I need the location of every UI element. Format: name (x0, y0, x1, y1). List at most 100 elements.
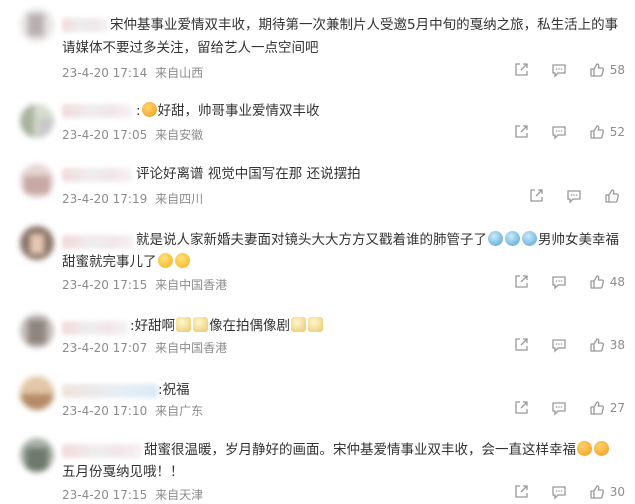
comment-text: :祝福 (158, 382, 190, 398)
share-icon (515, 401, 528, 414)
laugh-emoji-icon (577, 441, 592, 456)
cat-emoji-icon (308, 317, 324, 332)
avatar[interactable] (20, 164, 54, 198)
share-button[interactable] (513, 484, 529, 500)
comment-icon (567, 190, 581, 204)
username-blurred[interactable] (62, 104, 132, 118)
comment-item: :好甜啊 像在拍偶像剧 23-4-20 17:07 来自中国香港 38 (0, 308, 635, 364)
comment-button[interactable] (551, 484, 567, 500)
comment-date: 23-4-20 17:05 (62, 128, 148, 142)
comment-button[interactable] (551, 124, 567, 140)
like-button[interactable]: 30 (589, 484, 625, 500)
comment-meta: 23-4-20 17:15 来自中国香港 (62, 276, 227, 293)
like-icon (590, 275, 604, 289)
avatar[interactable] (20, 314, 54, 348)
comment-date: 23-4-20 17:15 (62, 488, 148, 502)
comment-button[interactable] (551, 274, 567, 290)
comment-button[interactable] (551, 400, 567, 416)
comment-actions: 52 (513, 124, 625, 140)
like-button[interactable]: 48 (589, 274, 625, 290)
share-button[interactable] (513, 124, 529, 140)
like-count: 27 (609, 401, 625, 415)
comment-icon (552, 64, 566, 78)
share-icon (515, 338, 528, 351)
share-button[interactable] (513, 274, 529, 290)
comment-date: 23-4-20 17:14 (62, 66, 148, 80)
comment-button[interactable] (566, 188, 582, 204)
avatar[interactable] (20, 438, 54, 472)
comment-actions: 48 (513, 274, 625, 290)
comment-icon (552, 402, 566, 416)
share-button[interactable] (513, 337, 529, 353)
comment-item: 甜蜜很温暖，岁月静好的画面。宋仲基爱情事业双丰收，会一直这样幸福 五月份戛纳见哦… (0, 432, 635, 504)
comment-icon (552, 276, 566, 290)
comment-location: 来自中国香港 (155, 341, 228, 355)
comment-location: 来自四川 (155, 192, 204, 206)
comment-location: 来自广东 (155, 404, 204, 418)
comment-actions (528, 188, 625, 204)
comment-button[interactable] (551, 62, 567, 78)
cat-emoji-icon (291, 317, 307, 332)
laugh-emoji-icon (594, 441, 609, 456)
comment-location: 来自山西 (155, 66, 204, 80)
username-blurred[interactable] (62, 18, 108, 32)
like-count: 58 (609, 63, 625, 77)
facepalm-emoji-icon (488, 231, 503, 246)
like-count: 48 (609, 275, 625, 289)
username-blurred[interactable] (62, 444, 142, 458)
like-icon (590, 338, 604, 352)
like-count: 52 (609, 125, 625, 139)
comment-item: 就是说人家新婚夫妻面对镜头大大方方又戳着谁的肺管子了 男帅女美幸福 甜蜜就完事儿了… (0, 222, 635, 302)
comment-date: 23-4-20 17:15 (62, 278, 148, 292)
like-icon (590, 63, 604, 77)
comment-text: 甜蜜就完事儿了 (62, 250, 191, 274)
like-button[interactable] (604, 188, 625, 204)
comment-meta: 23-4-20 17:05 来自安徽 (62, 126, 203, 143)
share-button[interactable] (528, 188, 544, 204)
like-button[interactable]: 52 (589, 124, 625, 140)
comment-item: 宋仲基事业爱情双丰收，期待第一次兼制片人受邀5月中旬的戛纳之旅，私生活上的事 请… (0, 0, 635, 90)
like-count: 38 (609, 338, 625, 352)
comment-item: : 好甜，帅哥事业爱情双丰收 23-4-20 17:05 来自安徽 52 (0, 92, 635, 152)
facepalm-emoji-icon (522, 231, 537, 246)
comment-location: 来自安徽 (155, 128, 204, 142)
avatar[interactable] (20, 376, 54, 410)
comment-actions: 58 (513, 62, 625, 78)
cat-emoji-icon (193, 317, 209, 332)
like-icon (590, 125, 604, 139)
username-blurred[interactable] (62, 168, 132, 182)
like-button[interactable]: 58 (589, 62, 625, 78)
comment-text: 宋仲基事业爱情双丰收，期待第一次兼制片人受邀5月中旬的戛纳之旅，私生活上的事 (110, 17, 619, 33)
comment-item: 评论好离谱 视觉中国写在那 还说摆拍 23-4-20 17:19 来自四川 (0, 156, 635, 212)
comment-text: 五月份戛纳见哦！！ (62, 464, 184, 480)
comment-item: :祝福 23-4-20 17:10 来自广东 27 (0, 372, 635, 428)
share-icon (515, 125, 528, 138)
like-icon (605, 189, 619, 203)
avatar[interactable] (20, 8, 54, 42)
avatar[interactable] (20, 104, 54, 138)
share-icon (515, 275, 528, 288)
avatar[interactable] (20, 226, 54, 260)
comment-location: 来自中国香港 (155, 278, 228, 292)
comment-icon (552, 339, 566, 353)
comment-text: 甜蜜很温暖，岁月静好的画面。宋仲基爱情事业双丰收，会一直这样幸福 (144, 438, 610, 462)
comment-date: 23-4-20 17:10 (62, 404, 148, 418)
share-button[interactable] (513, 62, 529, 78)
comment-icon (552, 126, 566, 140)
username-blurred[interactable] (62, 321, 128, 335)
comment-button[interactable] (551, 337, 567, 353)
comment-meta: 23-4-20 17:14 来自山西 (62, 64, 203, 81)
comment-actions: 30 (513, 484, 625, 500)
comment-date: 23-4-20 17:19 (62, 192, 148, 206)
share-button[interactable] (513, 400, 529, 416)
heart-eyes-emoji-icon (157, 253, 173, 268)
share-icon (515, 485, 528, 498)
comment-location: 来自天津 (155, 488, 204, 502)
username-blurred[interactable] (62, 384, 158, 398)
like-count: 30 (609, 485, 625, 499)
comment-text: : 好甜，帅哥事业爱情双丰收 (136, 102, 320, 119)
comment-icon (552, 486, 566, 500)
like-button[interactable]: 38 (589, 337, 625, 353)
username-blurred[interactable] (62, 235, 134, 249)
like-button[interactable]: 27 (589, 400, 625, 416)
